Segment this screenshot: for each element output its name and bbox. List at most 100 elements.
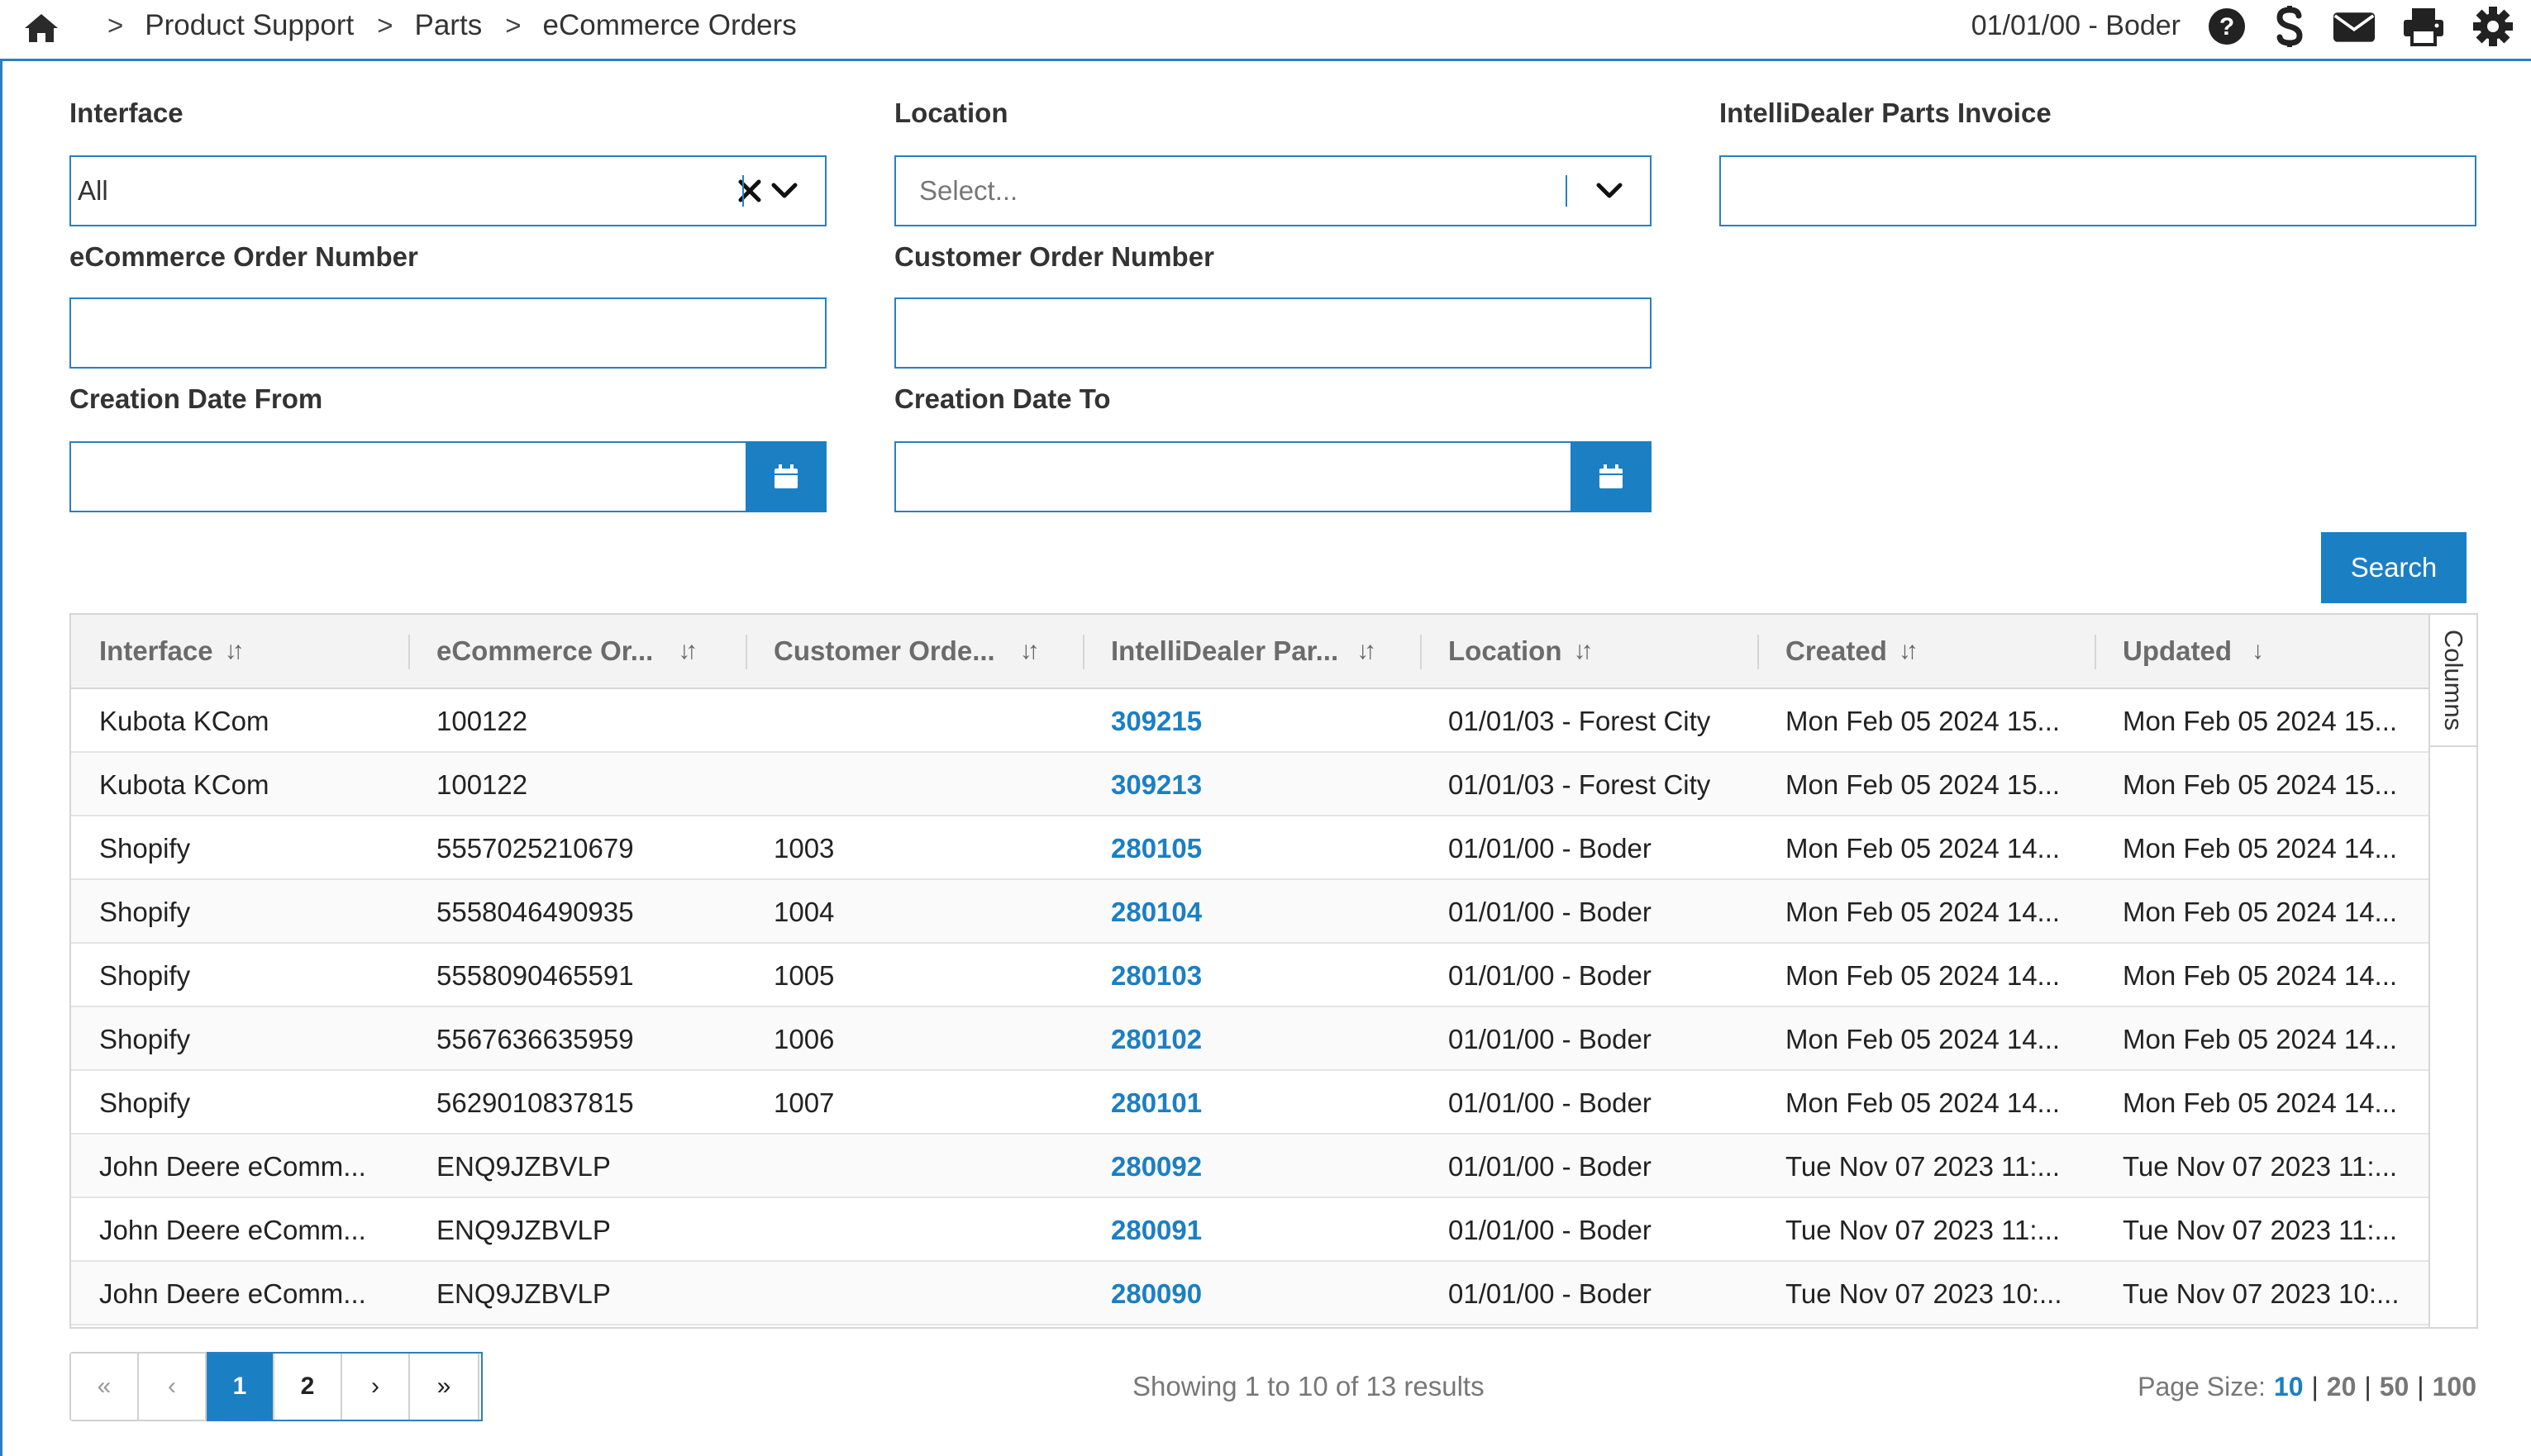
ecommerce-order-input[interactable] [69,297,827,369]
cell-ecommerce-order: 5558046490935 [436,896,634,927]
page-size-50[interactable]: 50 [2380,1372,2409,1402]
results-summary: Showing 1 to 10 of 13 results [1132,1371,1485,1401]
sort-icon[interactable]: ↓↑ [1899,637,1919,665]
column-header-updated[interactable]: Updated ↓ [2095,615,2264,688]
cell-interface: John Deere eComm... [99,1214,366,1245]
date-to-label: Creation Date To [894,383,1111,414]
top-bar: > Product Support > Parts > eCommerce Or… [0,0,2531,61]
columns-panel-tab[interactable]: Columns [2429,615,2476,1327]
cell-location: 01/01/00 - Boder [1448,1278,1652,1309]
location-select[interactable]: Select... [894,155,1652,226]
sort-icon[interactable]: ↓↑ [225,637,245,665]
cell-created: Tue Nov 07 2023 11:... [1785,1150,2061,1182]
cell-ecommerce-order: ENQ9JZBVLP [436,1278,611,1309]
calendar-icon[interactable] [746,441,827,512]
column-header-customer-order[interactable]: Customer Orde... ↓↑ [746,615,1040,688]
sort-icon[interactable]: ↓↑ [1020,637,1040,665]
search-button[interactable]: Search [2321,532,2467,603]
clear-icon[interactable] [732,174,767,208]
cell-updated: Mon Feb 05 2024 14... [2123,832,2398,864]
cell-interface: Shopify [99,959,191,991]
page-2-button[interactable]: 2 [274,1354,342,1420]
table-row[interactable]: Shopify 5558090465591 1005 280103 01/01/00 -… [71,944,2429,1007]
table-row[interactable]: Shopify 5557025210679 1003 280105 01/01/00 -… [71,816,2429,880]
cell-customer-order: 1005 [774,959,835,991]
breadcrumb-product-support[interactable]: Product Support [145,9,354,42]
cell-intellidealer-invoice-link[interactable]: 280091 [1083,1198,1420,1262]
page-size-divider: | [2311,1371,2319,1401]
chevron-down-icon[interactable] [767,174,802,208]
cell-created: Mon Feb 05 2024 15... [1785,768,2061,800]
breadcrumb-parts[interactable]: Parts [415,9,483,42]
column-header-location[interactable]: Location ↓↑ [1420,615,1594,688]
next-page-button[interactable]: › [342,1354,410,1420]
page-size-20[interactable]: 20 [2327,1372,2357,1402]
date-from-input[interactable] [69,441,827,512]
gear-icon[interactable] [2471,7,2514,46]
cell-location: 01/01/03 - Forest City [1448,768,1711,800]
print-icon[interactable] [2402,7,2445,46]
cell-intellidealer-invoice-link[interactable]: 280102 [1083,1007,1420,1071]
column-header-interface[interactable]: Interface ↓↑ [71,615,245,688]
customer-order-label: Customer Order Number [894,241,1214,272]
cell-updated: Tue Nov 07 2023 11:... [2123,1214,2398,1245]
table-row[interactable]: John Deere eComm... ENQ9JZBVLP 280090 01/01… [71,1262,2429,1325]
pagination: « ‹ 1 2 › » [69,1352,479,1421]
cell-intellidealer-invoice-link[interactable]: 280104 [1083,880,1420,944]
cell-ecommerce-order: ENQ9JZBVLP [436,1150,611,1182]
invoice-input[interactable] [1719,155,2476,226]
table-row[interactable]: Shopify 5629010837815 1007 280101 01/01/00 -… [71,1071,2429,1135]
page-size-selector: Page Size: 10 | 20 | 50 | 100 [2138,1352,2476,1421]
page-size-100[interactable]: 100 [2433,1372,2476,1402]
calendar-icon[interactable] [1571,441,1652,512]
cell-interface: John Deere eComm... [99,1150,366,1182]
last-page-button[interactable]: » [410,1354,478,1420]
previous-page-button[interactable]: ‹ [139,1354,207,1420]
dollar-icon[interactable] [2268,6,2311,47]
date-to-input[interactable] [894,441,1652,512]
cell-interface: Shopify [99,832,191,864]
table-row[interactable]: John Deere eComm... ENQ9JZBVLP 280091 01/01… [71,1198,2429,1262]
table-row[interactable]: Shopify 5558046490935 1004 280104 01/01/00 -… [71,880,2429,944]
cell-intellidealer-invoice-link[interactable]: 280092 [1083,1135,1420,1198]
first-page-button[interactable]: « [71,1354,139,1420]
sort-icon[interactable]: ↓ [2252,637,2264,665]
sort-icon[interactable]: ↓↑ [1574,637,1594,665]
orders-grid: Interface ↓↑ eCommerce Or... ↓↑ Customer O… [69,613,2478,1329]
column-header-intellidealer-invoice[interactable]: IntelliDealer Par... ↓↑ [1083,615,1376,688]
table-row[interactable]: Shopify 5567636635959 1006 280102 01/01/00 -… [71,1007,2429,1071]
page-1-button[interactable]: 1 [207,1354,274,1420]
cell-intellidealer-invoice-link[interactable]: 280101 [1083,1071,1420,1135]
table-row[interactable]: Kubota KCom 100122 309215 01/01/03 - Forest… [71,689,2429,753]
cell-location: 01/01/00 - Boder [1448,1150,1652,1182]
customer-order-input[interactable] [894,297,1652,369]
table-row[interactable]: John Deere eComm... ENQ9JZBVLP 280092 01/01… [71,1135,2429,1198]
help-icon[interactable]: ? [2205,7,2248,46]
cell-intellidealer-invoice-link[interactable]: 309213 [1083,753,1420,816]
cell-intellidealer-invoice-link[interactable]: 280103 [1083,944,1420,1007]
cell-location: 01/01/00 - Boder [1448,1023,1652,1054]
column-header-created[interactable]: Created ↓↑ [1757,615,1919,688]
interface-select[interactable]: All [69,155,827,226]
cell-updated: Tue Nov 07 2023 11:... [2123,1150,2398,1182]
cell-intellidealer-invoice-link[interactable]: 309215 [1083,689,1420,753]
cell-interface: Kubota KCom [99,705,269,736]
page-size-10[interactable]: 10 [2274,1372,2304,1402]
cell-created: Mon Feb 05 2024 14... [1785,1023,2061,1054]
user-location[interactable]: 01/01/00 - Boder [1971,0,2181,51]
cell-intellidealer-invoice-link[interactable]: 280090 [1083,1262,1420,1325]
sort-icon[interactable]: ↓↑ [1356,637,1376,665]
chevron-down-icon[interactable] [1592,174,1627,208]
sort-icon[interactable]: ↓↑ [678,637,698,665]
cell-intellidealer-invoice-link[interactable]: 280105 [1083,816,1420,880]
home-icon[interactable] [23,12,60,45]
column-header-ecommerce-order[interactable]: eCommerce Or... ↓↑ [408,615,698,688]
cell-updated: Mon Feb 05 2024 14... [2123,959,2398,991]
cell-updated: Mon Feb 05 2024 15... [2123,768,2398,800]
cell-ecommerce-order: 5557025210679 [436,832,634,864]
cell-customer-order: 1007 [774,1087,835,1118]
cell-updated: Mon Feb 05 2024 14... [2123,1023,2398,1054]
table-row[interactable]: Kubota KCom 100122 309213 01/01/03 - Forest… [71,753,2429,816]
mail-icon[interactable] [2333,7,2376,46]
cell-ecommerce-order: 100122 [436,705,528,736]
